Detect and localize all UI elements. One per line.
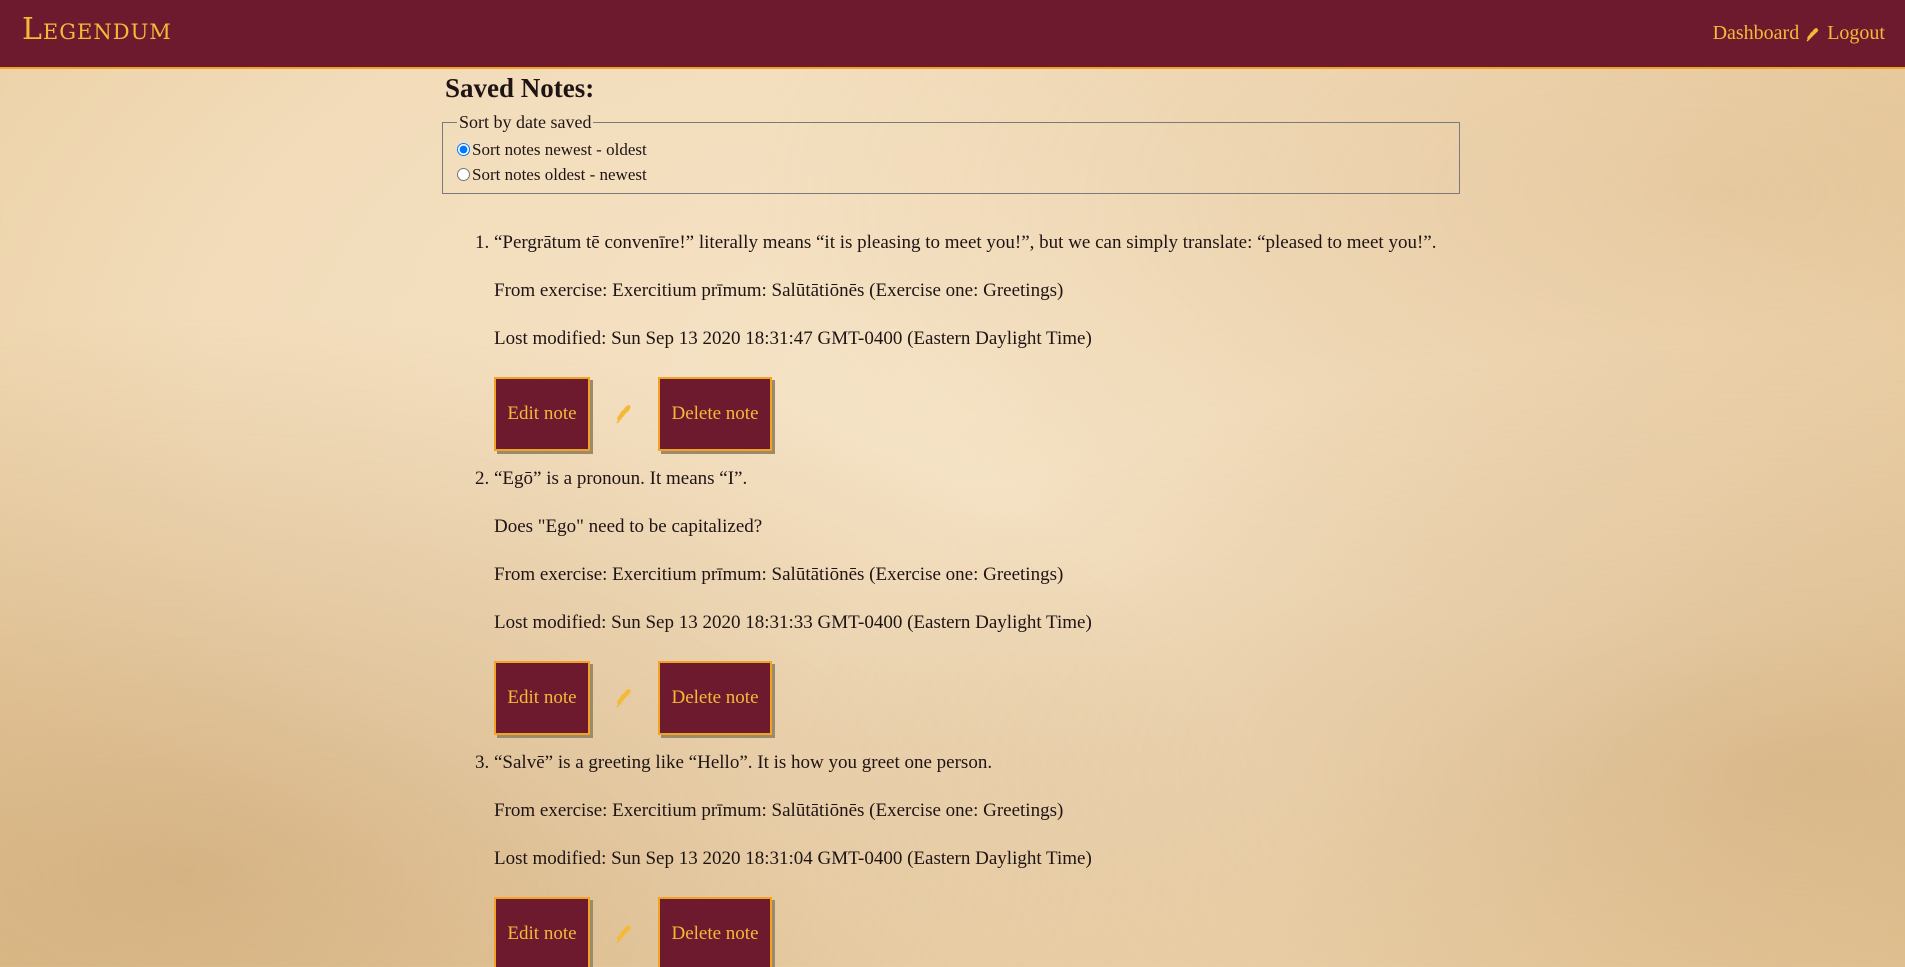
page-title: Saved Notes: [445, 73, 595, 103]
note-actions: Edit note Delete note [494, 376, 1462, 452]
edit-note-button[interactable]: Edit note [494, 897, 590, 967]
note-actions: Edit note Delete note [494, 660, 1462, 736]
note-modified: Lost modified: Sun Sep 13 2020 18:31:04 … [494, 848, 1092, 869]
note-modified: Lost modified: Sun Sep 13 2020 18:31:47 … [494, 328, 1092, 349]
sort-newest-label: Sort notes newest - oldest [472, 139, 647, 159]
note-exercise: From exercise: Exercitium prīmum: Salūtā… [494, 800, 1064, 821]
sort-newest-radio[interactable] [457, 143, 470, 156]
wheat-icon [1805, 26, 1821, 42]
note-question: Does "Ego" need to be capitalized? [494, 516, 763, 537]
edit-note-button[interactable]: Edit note [494, 377, 590, 451]
edit-note-button[interactable]: Edit note [494, 661, 590, 735]
note-item: “Egō” is a pronoun. It means “I”. Does "… [494, 468, 1462, 736]
note-modified: Lost modified: Sun Sep 13 2020 18:31:33 … [494, 612, 1092, 633]
note-actions: Edit note Delete note [494, 896, 1462, 967]
delete-note-button[interactable]: Delete note [658, 661, 772, 735]
note-item: “Pergrātum tē convenīre!” literally mean… [494, 232, 1462, 452]
sort-oldest-label: Sort notes oldest - newest [472, 164, 647, 184]
dashboard-link[interactable]: Dashboard [1713, 22, 1800, 45]
logout-link[interactable]: Logout [1827, 22, 1885, 45]
navbar: Legendum Dashboard Logout [0, 0, 1905, 69]
nav-links: Dashboard Logout [1713, 22, 1885, 45]
delete-note-button[interactable]: Delete note [658, 897, 772, 967]
wheat-icon [590, 403, 658, 425]
note-exercise: From exercise: Exercitium prīmum: Salūtā… [494, 280, 1064, 301]
sort-legend: Sort by date saved [459, 112, 592, 132]
wheat-icon [590, 923, 658, 945]
main-content: Saved Notes: Sort by date saved Sort not… [442, 69, 1462, 967]
notes-list: “Pergrātum tē convenīre!” literally mean… [442, 232, 1462, 967]
sort-newest-option[interactable]: Sort notes newest - oldest [457, 137, 1445, 162]
note-text: “Egō” is a pronoun. It means “I”. [494, 468, 748, 489]
wheat-icon [590, 687, 658, 709]
sort-oldest-option[interactable]: Sort notes oldest - newest [457, 162, 1445, 187]
note-text: “Pergrātum tē convenīre!” literally mean… [494, 232, 1437, 253]
note-item: “Salvē” is a greeting like “Hello”. It i… [494, 752, 1462, 967]
sort-fieldset: Sort by date saved Sort notes newest - o… [442, 112, 1460, 194]
sort-oldest-radio[interactable] [457, 168, 470, 181]
note-text: “Salvē” is a greeting like “Hello”. It i… [494, 752, 993, 773]
delete-note-button[interactable]: Delete note [658, 377, 772, 451]
brand-logo[interactable]: Legendum [22, 12, 172, 47]
note-exercise: From exercise: Exercitium prīmum: Salūtā… [494, 564, 1064, 585]
